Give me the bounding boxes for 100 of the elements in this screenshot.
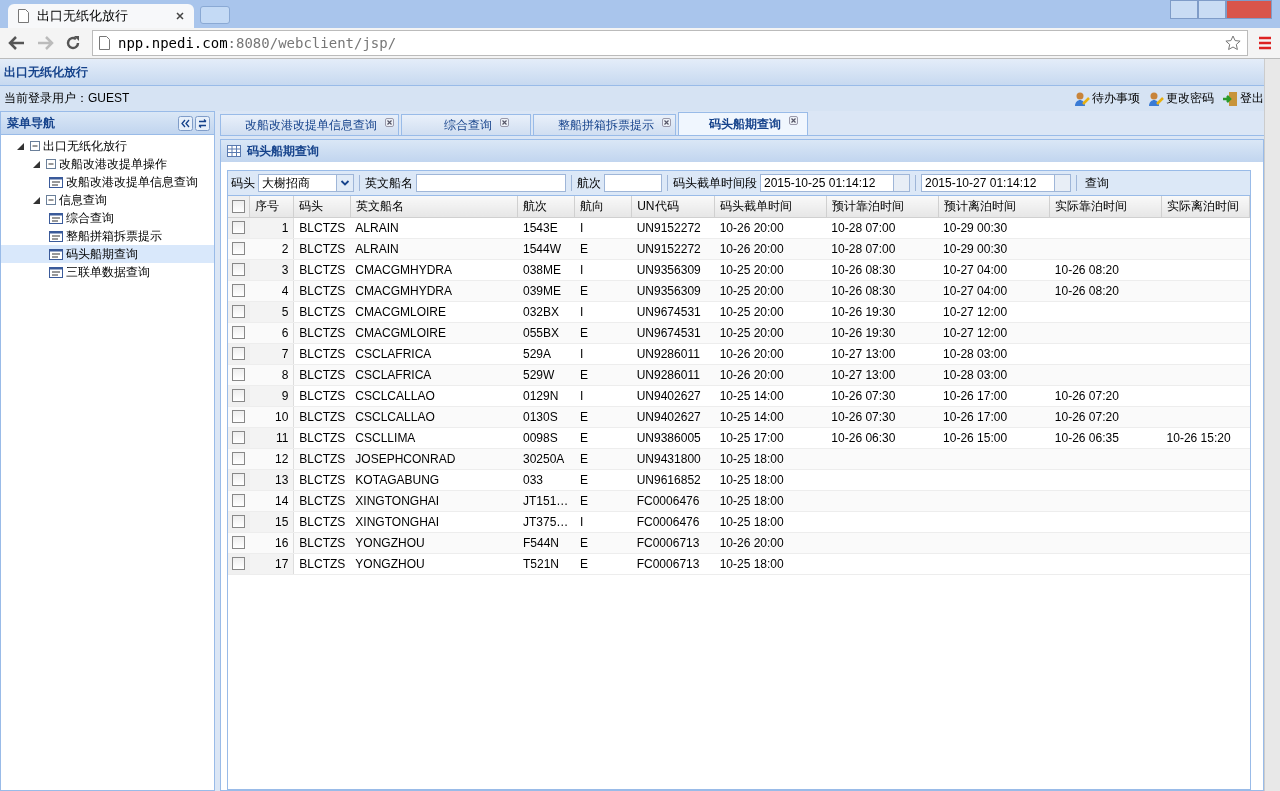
table-cell: 7 xyxy=(281,346,289,361)
checkbox[interactable] xyxy=(232,368,245,381)
checkbox[interactable] xyxy=(232,347,245,360)
table-cell: XINGTONGHAI xyxy=(355,493,440,508)
tab[interactable]: 整船拼箱拆票提示 xyxy=(533,114,676,135)
person-pencil-icon xyxy=(1148,90,1164,107)
table-cell: UN9402627 xyxy=(636,388,701,403)
scrollbar[interactable] xyxy=(1264,59,1280,791)
column-header[interactable]: 实际靠泊时间 xyxy=(1049,196,1162,217)
checkbox[interactable] xyxy=(232,389,245,402)
column-header[interactable]: 码头 xyxy=(293,196,351,217)
close-icon[interactable] xyxy=(176,12,184,20)
maximize-button[interactable] xyxy=(1198,0,1226,19)
checkbox[interactable] xyxy=(232,473,245,486)
tree-item[interactable]: 综合查询 xyxy=(1,209,214,227)
date-field[interactable]: 2015-10-25 01:14:12 xyxy=(760,174,910,192)
page-icon xyxy=(99,36,110,50)
tree-item[interactable]: 三联单数据查询 xyxy=(1,263,214,281)
table-cell: 10-26 20:00 xyxy=(719,241,784,256)
column-header[interactable]: 码头截单时间 xyxy=(714,196,827,217)
expander-icon[interactable] xyxy=(33,196,40,204)
table-cell: BLCTZS xyxy=(299,283,346,298)
checkbox[interactable] xyxy=(232,284,245,297)
close-icon[interactable] xyxy=(788,116,798,125)
tree-item[interactable]: 改船改港改提单操作 xyxy=(59,155,167,173)
expander-icon[interactable] xyxy=(17,142,24,150)
input-field[interactable] xyxy=(604,174,662,192)
table-cell: BLCTZS xyxy=(299,262,346,277)
address-bar[interactable]: npp.npedi.com:8080/webclient/jsp/ xyxy=(92,30,1248,56)
column-header[interactable]: 英文船名 xyxy=(350,196,518,217)
toolbar-link[interactable]: 待办事项 xyxy=(1074,90,1140,107)
table-cell: 10-26 15:00 xyxy=(943,430,1008,445)
folder-node-icon xyxy=(46,195,56,205)
tree-item[interactable]: 信息查询 xyxy=(59,191,107,209)
column-header[interactable]: 航向 xyxy=(574,196,632,217)
checkbox[interactable] xyxy=(232,242,245,255)
input-field[interactable] xyxy=(416,174,566,192)
checkbox[interactable] xyxy=(232,515,245,528)
table-cell: 11 xyxy=(275,430,289,445)
table-cell: 10-25 18:00 xyxy=(719,514,784,529)
checkbox[interactable] xyxy=(232,431,245,444)
checkbox[interactable] xyxy=(232,557,245,570)
close-icon[interactable] xyxy=(662,118,671,127)
table-cell: BLCTZS xyxy=(299,472,346,487)
dropdown-arrow-icon[interactable] xyxy=(336,175,353,191)
back-icon[interactable] xyxy=(8,35,26,51)
checkbox[interactable] xyxy=(232,494,245,507)
table-cell: 30250A xyxy=(522,451,565,466)
table-cell: E xyxy=(579,535,588,550)
column-header[interactable]: 实际离泊时间 xyxy=(1161,196,1250,217)
table-cell: UN9286011 xyxy=(636,367,700,382)
checkbox[interactable] xyxy=(232,536,245,549)
checkbox[interactable] xyxy=(232,452,245,465)
tab[interactable]: 改船改港改提单信息查询 xyxy=(220,114,399,135)
table-cell: 10-27 12:00 xyxy=(943,325,1008,340)
table-cell: BLCTZS xyxy=(299,430,346,445)
table-cell: UN9286011 xyxy=(636,346,700,361)
tab[interactable]: 码头船期查询 xyxy=(678,112,808,135)
toolbar-link[interactable]: 登出 xyxy=(1222,90,1264,107)
checkbox[interactable] xyxy=(232,199,245,213)
current-user: 当前登录用户：GUEST xyxy=(4,90,130,107)
expander-icon[interactable] xyxy=(33,160,40,168)
column-header[interactable]: UN代码 xyxy=(631,196,715,217)
refresh-button[interactable] xyxy=(195,115,210,131)
checkbox[interactable] xyxy=(232,326,245,339)
table-cell: 5 xyxy=(281,304,289,319)
query-button[interactable]: 查询 xyxy=(1082,174,1112,192)
reload-icon[interactable] xyxy=(64,34,82,52)
table-cell: I xyxy=(579,262,584,277)
column-header[interactable]: 航次 xyxy=(517,196,575,217)
table-cell: 10-27 04:00 xyxy=(943,283,1008,298)
checkbox[interactable] xyxy=(232,221,245,234)
checkbox[interactable] xyxy=(232,263,245,276)
minimize-button[interactable] xyxy=(1170,0,1198,19)
table-cell: 10-28 07:00 xyxy=(831,241,896,256)
table-cell: ALRAIN xyxy=(355,220,399,235)
collapse-button[interactable] xyxy=(178,115,193,131)
menu-icon[interactable] xyxy=(1258,36,1272,50)
close-icon[interactable] xyxy=(385,118,394,127)
table-cell: 10-25 14:00 xyxy=(719,388,784,403)
star-icon[interactable] xyxy=(1225,35,1241,51)
terminal-dropdown[interactable]: 大榭招商 xyxy=(258,174,354,192)
column-header[interactable]: 预计靠泊时间 xyxy=(826,196,939,217)
table-cell: 10-25 18:00 xyxy=(719,493,784,508)
column-header[interactable]: 预计离泊时间 xyxy=(938,196,1050,217)
tab[interactable]: 综合查询 xyxy=(401,114,531,135)
tree-item[interactable]: 码头船期查询 xyxy=(1,245,214,263)
date-field[interactable]: 2015-10-27 01:14:12 xyxy=(921,174,1071,192)
column-header[interactable]: 序号 xyxy=(250,196,294,217)
toolbar-link[interactable]: 更改密码 xyxy=(1148,90,1214,107)
checkbox[interactable] xyxy=(232,410,245,423)
tree-item[interactable]: 出口无纸化放行 xyxy=(43,137,127,155)
browser-tab[interactable]: 出口无纸化放行 xyxy=(8,4,194,28)
table-cell: YONGZHOU xyxy=(355,535,425,550)
tree-item[interactable]: 改船改港改提单信息查询 xyxy=(1,173,214,191)
checkbox[interactable] xyxy=(232,305,245,318)
person-pencil-icon xyxy=(1074,90,1090,107)
sidebar-title: 菜单导航 xyxy=(7,114,55,132)
close-icon[interactable] xyxy=(499,118,509,127)
tree-item[interactable]: 整船拼箱拆票提示 xyxy=(1,227,214,245)
